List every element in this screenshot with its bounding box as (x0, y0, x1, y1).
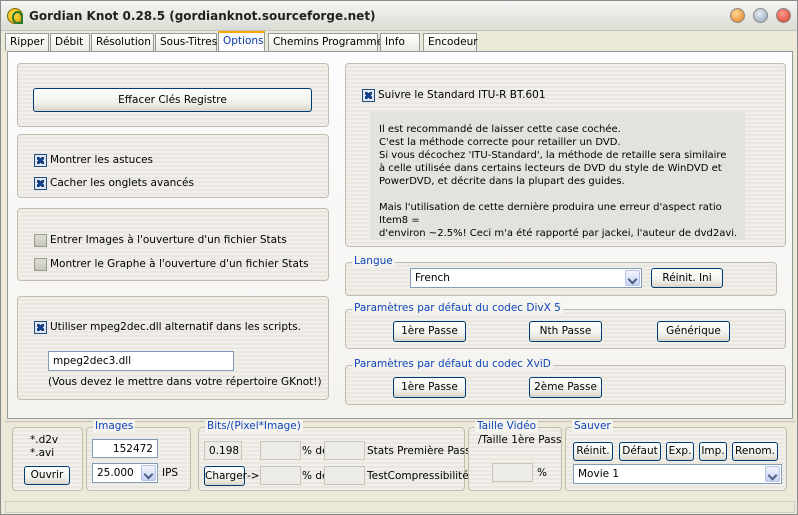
preset-value: Movie 1 (578, 468, 620, 480)
taille-subtitle: /Taille 1ère Pass (478, 434, 562, 446)
xvid-title: Paramètres par défaut du codec XviD (352, 358, 553, 370)
minimize-icon[interactable] (730, 8, 745, 23)
tab-sous-titres[interactable]: Sous-Titres (155, 33, 217, 51)
compress-size-field[interactable] (324, 466, 365, 485)
images-title: Images (93, 420, 136, 432)
stats-group: Entrer Images à l'ouverture d'un fichier… (17, 208, 329, 281)
registry-group: Effacer Clés Registre (17, 63, 329, 127)
images-count-field[interactable]: 152472 (92, 439, 158, 458)
langue-group: Langue French Réinit. Ini (345, 255, 777, 296)
mpeg2dec-note: (Vous devez le mettre dans votre réperto… (48, 376, 322, 388)
show-tips-checkbox[interactable] (34, 154, 47, 167)
clear-registry-keys-button[interactable]: Effacer Clés Registre (33, 88, 312, 112)
sauver-default-button[interactable]: Défaut (619, 442, 661, 461)
hide-advanced-tabs-label: Cacher les onglets avancés (50, 177, 194, 189)
divx5-nth-pass-button[interactable]: Nth Passe (529, 321, 602, 342)
tab-options[interactable]: Options (218, 31, 265, 52)
bottom-panel: *.d2v *.avi Ouvrir Images 152472 25.000 … (5, 420, 795, 499)
taille-pct-label: % (537, 467, 547, 479)
charger-button[interactable]: Charger (204, 466, 247, 486)
tips-group: Montrer les astuces Cacher les onglets a… (17, 134, 329, 198)
xvid-group: Paramètres par défaut du codec XviD 1ère… (345, 358, 786, 405)
tab-debit[interactable]: Débit (50, 33, 90, 51)
open-button[interactable]: Ouvrir (24, 466, 70, 485)
sauver-group: Sauver Réinit. Défaut Exp. Imp. Renom. M… (565, 420, 787, 491)
enter-images-stats-label: Entrer Images à l'ouverture d'un fichier… (50, 234, 287, 246)
language-value: French (415, 272, 450, 284)
xvid-first-pass-button[interactable]: 1ère Passe (393, 377, 466, 398)
chevron-down-icon[interactable] (625, 270, 640, 286)
images-group: Images 152472 25.000 IPS (86, 420, 191, 491)
stats-first-pass-label: Stats Première Pass (367, 445, 471, 457)
taille-group: Taille Vidéo /Taille 1ère Pass % (468, 420, 562, 491)
main-window: Gordian Knot 0.28.5 (gordianknot.sourcef… (0, 0, 798, 515)
itu-info-text: Il est recommandé de laisser cette case … (379, 124, 738, 239)
tab-chemins-programmes[interactable]: Chemins Programmes (268, 33, 389, 51)
langue-title: Langue (352, 255, 395, 267)
tab-info[interactable]: Info (380, 33, 420, 51)
sauver-title: Sauver (572, 420, 613, 432)
first-pass-size-field[interactable] (324, 441, 365, 460)
show-tips-label: Montrer les astuces (50, 154, 154, 166)
reset-ini-button[interactable]: Réinit. Ini (651, 268, 723, 288)
sauver-rename-button[interactable]: Renom. (732, 442, 778, 461)
fps-select[interactable]: 25.000 (92, 463, 158, 483)
title-bar[interactable]: Gordian Knot 0.28.5 (gordianknot.sourcef… (1, 1, 797, 31)
divx5-first-pass-button[interactable]: 1ère Passe (393, 321, 466, 342)
itu-info-panel: Il est recommandé de laisser cette case … (370, 112, 745, 240)
mpeg2dec-field[interactable]: mpeg2dec3.dll (48, 351, 234, 371)
avi-label: *.avi (30, 447, 55, 459)
fps-unit-label: IPS (162, 467, 179, 479)
bits-group: Bits/(Pixel*Image) 0.198 % de Stats Prem… (198, 420, 471, 491)
taille-title: Taille Vidéo (475, 420, 539, 432)
gordian-knot-app-icon (7, 8, 23, 24)
chevron-down-icon[interactable] (765, 466, 780, 482)
tab-ripper[interactable]: Ripper (5, 33, 49, 51)
first-pass-pct-field[interactable] (260, 441, 301, 460)
tab-resolution[interactable]: Résolution (91, 33, 154, 51)
divx5-group: Paramètres par défaut du codec DivX 5 1è… (345, 302, 786, 349)
divx5-title: Paramètres par défaut du codec DivX 5 (352, 302, 563, 314)
bits-title: Bits/(Pixel*Image) (205, 420, 303, 432)
sauver-import-button[interactable]: Imp. (699, 442, 727, 461)
fps-value: 25.000 (97, 467, 134, 479)
window-title: Gordian Knot 0.28.5 (gordianknot.sourcef… (29, 9, 376, 23)
close-icon[interactable] (776, 8, 791, 23)
sauver-export-button[interactable]: Exp. (666, 442, 694, 461)
sauver-reinit-button[interactable]: Réinit. (573, 442, 613, 461)
use-mpeg2dec-checkbox[interactable] (34, 321, 47, 334)
language-select[interactable]: French (410, 268, 642, 288)
enter-images-stats-checkbox[interactable] (34, 234, 47, 247)
use-mpeg2dec-label: Utiliser mpeg2dec.dll alternatif dans le… (50, 321, 301, 333)
status-bar (5, 501, 795, 513)
arrow-label: -> (247, 470, 260, 482)
taille-pct-field[interactable] (492, 463, 533, 482)
chevron-down-icon[interactable] (141, 465, 156, 481)
itu-standard-label: Suivre le Standard ITU-R BT.601 (378, 89, 546, 101)
compress-pct-field[interactable] (260, 466, 301, 485)
hide-advanced-tabs-checkbox[interactable] (34, 177, 47, 190)
source-group: *.d2v *.avi Ouvrir (12, 427, 83, 491)
preset-select[interactable]: Movie 1 (573, 464, 782, 484)
itu-standard-checkbox[interactable] (362, 89, 375, 102)
xvid-second-pass-button[interactable]: 2ème Passe (529, 377, 602, 398)
bits-value-field: 0.198 (204, 441, 242, 460)
mpeg2dec-group: Utiliser mpeg2dec.dll alternatif dans le… (17, 296, 329, 400)
d2v-label: *.d2v (30, 434, 59, 446)
show-graph-stats-label: Montrer le Graphe à l'ouverture d'un fic… (50, 258, 309, 270)
show-graph-stats-checkbox[interactable] (34, 258, 47, 271)
tab-encodeur[interactable]: Encodeur (423, 33, 478, 51)
maximize-icon[interactable] (753, 8, 768, 23)
compressibility-test-label: TestCompressibilité (367, 470, 469, 482)
divx5-generic-button[interactable]: Générique (657, 321, 730, 342)
